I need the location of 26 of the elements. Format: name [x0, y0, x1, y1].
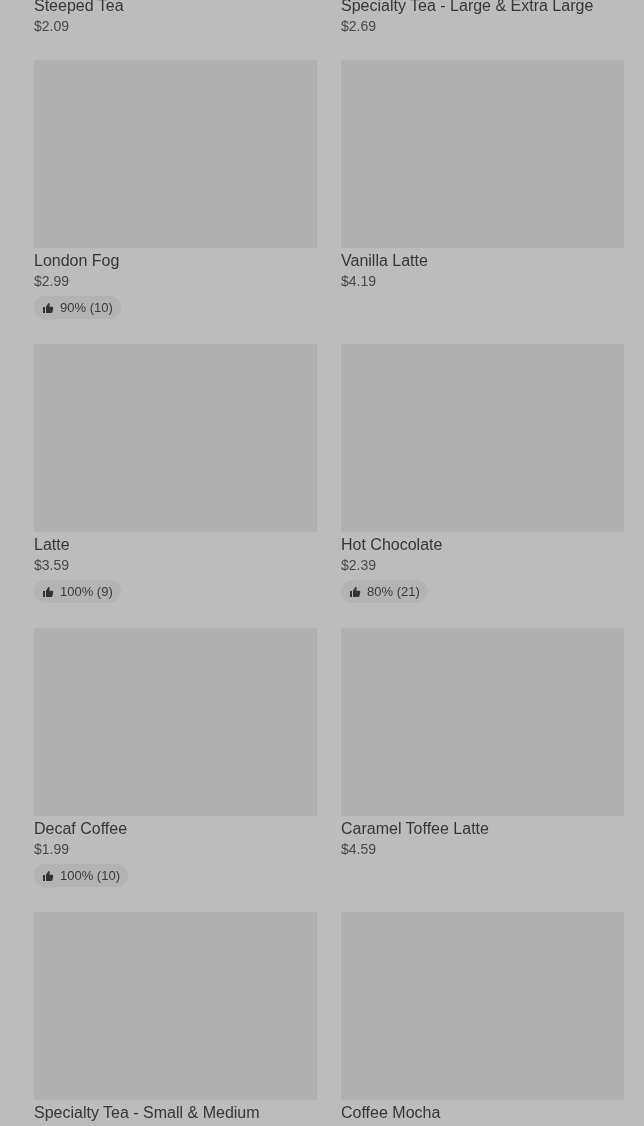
product-name[interactable]: Specialty Tea - Large & Extra Large — [341, 0, 594, 17]
product-price: $4.59 — [341, 840, 377, 858]
product-name[interactable]: Coffee Mocha — [341, 1102, 441, 1124]
thumbs-up-icon — [42, 869, 54, 882]
thumbs-up-icon — [42, 301, 54, 314]
product-price: $4.19 — [341, 272, 377, 290]
product-name[interactable]: London Fog — [34, 250, 120, 272]
product-name[interactable]: Hot Chocolate — [341, 534, 443, 556]
rating-text: 80% (21) — [367, 584, 420, 599]
rating-text: 100% (10) — [60, 868, 120, 883]
product-name[interactable]: Vanilla Latte — [341, 250, 428, 272]
product-price: $2.39 — [341, 556, 377, 574]
product-name[interactable]: Decaf Coffee — [34, 818, 128, 840]
product-price: $2.99 — [34, 272, 70, 290]
product-price: $2.09 — [34, 17, 70, 35]
thumbs-up-icon — [42, 585, 54, 598]
product-price: $2.69 — [341, 17, 377, 35]
product-name[interactable]: Specialty Tea - Small & Medium — [34, 1102, 260, 1124]
product-price: $1.99 — [34, 840, 70, 858]
rating-text: 100% (9) — [60, 584, 113, 599]
product-price: $3.59 — [34, 556, 70, 574]
product-name[interactable]: Caramel Toffee Latte — [341, 818, 489, 840]
product-name[interactable]: Latte — [34, 534, 70, 556]
product-name[interactable]: Steeped Tea — [34, 0, 124, 17]
thumbs-up-icon — [349, 585, 361, 598]
rating-text: 90% (10) — [60, 300, 113, 315]
